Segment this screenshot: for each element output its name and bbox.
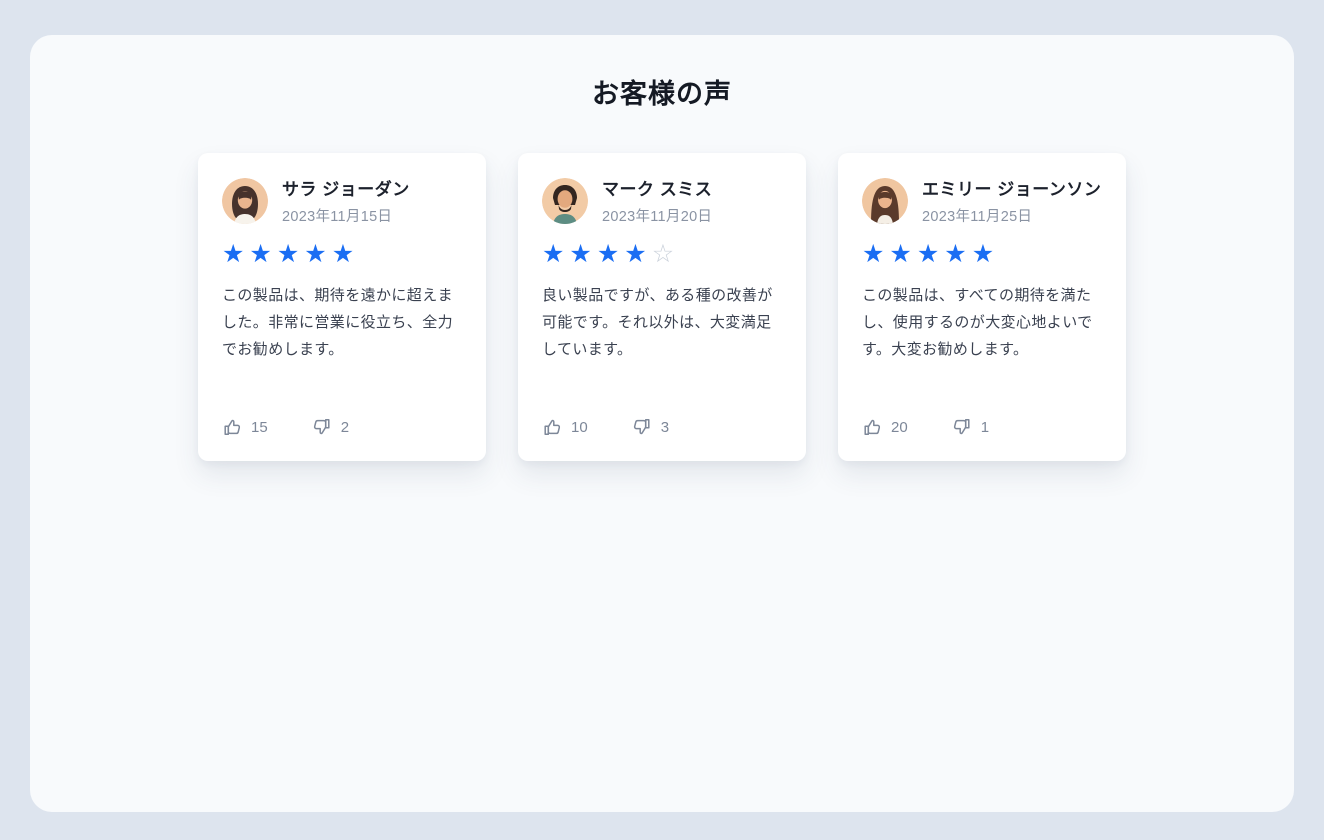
star-filled-icon: ★ [862, 240, 889, 268]
like-count: 10 [571, 419, 588, 436]
avatar [542, 178, 588, 224]
review-date: 2023年11月15日 [282, 205, 410, 226]
star-filled-icon: ★ [277, 240, 304, 268]
dislike-count: 3 [661, 419, 669, 436]
reviewer-info: マーク スミス 2023年11月20日 [602, 178, 712, 226]
star-filled-icon: ★ [332, 240, 359, 268]
star-filled-icon: ★ [944, 240, 971, 268]
review-header: サラ ジョーダン 2023年11月15日 [222, 178, 462, 226]
star-filled-icon: ★ [624, 240, 651, 268]
dislike-button[interactable]: 1 [952, 417, 989, 437]
review-footer: 10 3 [542, 399, 782, 437]
thumbs-up-icon [542, 417, 562, 437]
star-filled-icon: ★ [917, 240, 944, 268]
thumbs-down-icon [952, 417, 972, 437]
review-footer: 15 2 [222, 399, 462, 437]
review-date: 2023年11月25日 [922, 205, 1101, 226]
star-filled-icon: ★ [569, 240, 596, 268]
thumbs-up-icon [862, 417, 882, 437]
review-text: 良い製品ですが、ある種の改善が可能です。それ以外は、大変満足しています。 [542, 282, 782, 363]
star-filled-icon: ★ [972, 240, 999, 268]
avatar [222, 178, 268, 224]
dislike-count: 2 [341, 419, 349, 436]
star-filled-icon: ★ [304, 240, 331, 268]
review-card: エミリー ジョーンソン 2023年11月25日 ★★★★★ この製品は、すべての… [838, 153, 1126, 461]
star-empty-icon: ☆ [652, 240, 679, 268]
review-card: マーク スミス 2023年11月20日 ★★★★☆ 良い製品ですが、ある種の改善… [518, 153, 806, 461]
star-rating: ★★★★☆ [542, 242, 782, 267]
page-title: お客様の声 [30, 35, 1294, 111]
star-filled-icon: ★ [542, 240, 569, 268]
review-text: この製品は、すべての期待を満たし、使用するのが大変心地よいです。大変お勧めします… [862, 282, 1102, 363]
review-card: サラ ジョーダン 2023年11月15日 ★★★★★ この製品は、期待を遠かに超… [198, 153, 486, 461]
star-filled-icon: ★ [222, 240, 249, 268]
testimonials-panel: お客様の声 サラ ジョーダン 2023年11月15日 [30, 35, 1294, 812]
review-footer: 20 1 [862, 399, 1102, 437]
like-count: 15 [251, 419, 268, 436]
dislike-button[interactable]: 2 [312, 417, 349, 437]
reviewer-info: エミリー ジョーンソン 2023年11月25日 [922, 178, 1101, 226]
reviewer-name: マーク スミス [602, 178, 712, 203]
like-button[interactable]: 15 [222, 417, 268, 437]
dislike-button[interactable]: 3 [632, 417, 669, 437]
thumbs-up-icon [222, 417, 242, 437]
star-filled-icon: ★ [597, 240, 624, 268]
like-count: 20 [891, 419, 908, 436]
avatar [862, 178, 908, 224]
dislike-count: 1 [981, 419, 989, 436]
review-header: マーク スミス 2023年11月20日 [542, 178, 782, 226]
like-button[interactable]: 10 [542, 417, 588, 437]
review-date: 2023年11月20日 [602, 205, 712, 226]
star-filled-icon: ★ [889, 240, 916, 268]
reviewer-name: エミリー ジョーンソン [922, 178, 1101, 203]
star-rating: ★★★★★ [862, 242, 1102, 267]
star-rating: ★★★★★ [222, 242, 462, 267]
like-button[interactable]: 20 [862, 417, 908, 437]
reviewer-info: サラ ジョーダン 2023年11月15日 [282, 178, 410, 226]
review-text: この製品は、期待を遠かに超えました。非常に営業に役立ち、全力でお勧めします。 [222, 282, 462, 363]
thumbs-down-icon [312, 417, 332, 437]
review-cards-row: サラ ジョーダン 2023年11月15日 ★★★★★ この製品は、期待を遠かに超… [30, 153, 1294, 461]
reviewer-name: サラ ジョーダン [282, 178, 410, 203]
star-filled-icon: ★ [249, 240, 276, 268]
thumbs-down-icon [632, 417, 652, 437]
review-header: エミリー ジョーンソン 2023年11月25日 [862, 178, 1102, 226]
